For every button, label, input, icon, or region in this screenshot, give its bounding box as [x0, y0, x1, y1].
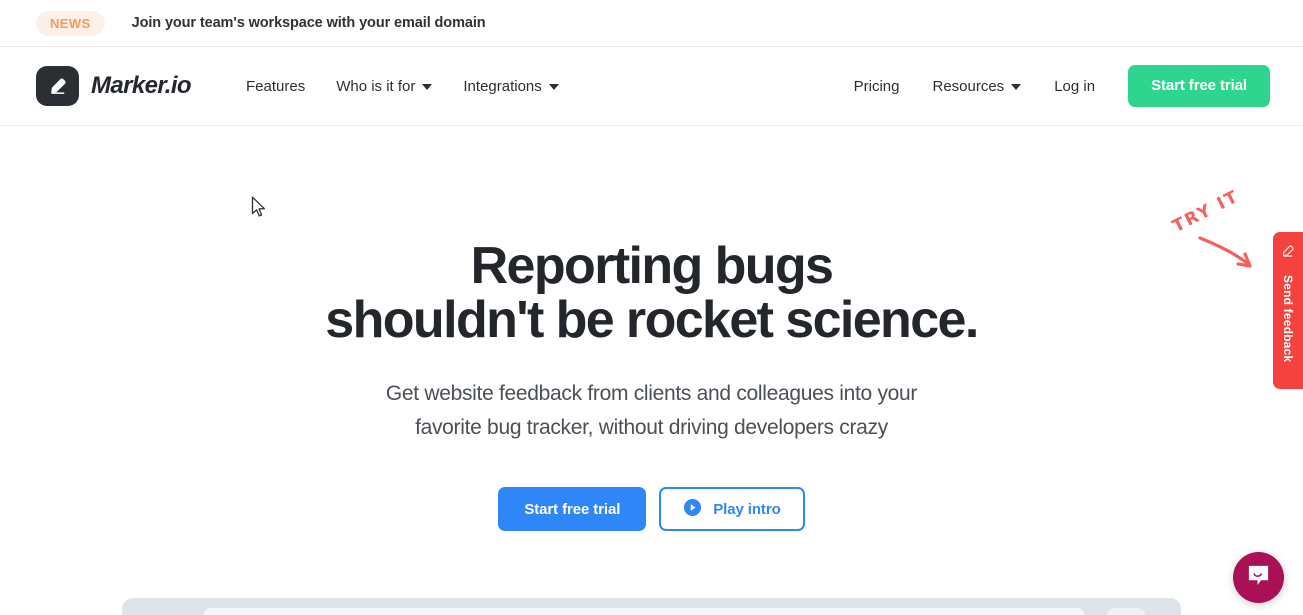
- play-circle-icon: [683, 498, 702, 521]
- browser-mockup-frame: [122, 598, 1181, 615]
- news-badge: NEWS: [36, 10, 105, 36]
- try-it-annotation: TRY IT: [1168, 186, 1278, 286]
- subhead-line-1: Get website feedback from clients and co…: [385, 382, 918, 406]
- chevron-down-icon: [1011, 84, 1022, 90]
- chat-launcher-button[interactable]: [1233, 552, 1284, 603]
- nav-item-label: Who is it for: [336, 77, 416, 95]
- nav-item-features[interactable]: Features: [246, 78, 305, 95]
- play-intro-button[interactable]: Play intro: [659, 487, 805, 532]
- play-intro-label: Play intro: [713, 500, 781, 518]
- nav-item-label: Resources: [932, 77, 1005, 95]
- start-free-trial-hero-button[interactable]: Start free trial: [498, 487, 647, 532]
- send-feedback-tab[interactable]: Send feedback: [1273, 232, 1303, 389]
- chevron-down-icon: [548, 84, 559, 90]
- pen-icon: [1280, 243, 1296, 264]
- browser-mockup-tab-right: [1107, 608, 1145, 615]
- headline-line-1: Reporting bugs: [470, 237, 834, 295]
- nav-item-integrations[interactable]: Integrations: [463, 77, 559, 95]
- curved-arrow-icon: [1198, 236, 1252, 268]
- nav-item-label: Log in: [1054, 77, 1096, 95]
- news-message[interactable]: Join your team's workspace with your ema…: [132, 15, 486, 31]
- headline-line-2: shouldn't be rocket science.: [325, 290, 979, 349]
- nav-right-group: Pricing Resources Log in Start free tria…: [854, 65, 1270, 107]
- page-root: NEWS Join your team's workspace with you…: [0, 0, 1303, 615]
- main-navigation: Marker.io Features Who is it for Integra…: [0, 47, 1303, 126]
- nav-item-label: Integrations: [463, 77, 542, 95]
- nav-item-pricing[interactable]: Pricing: [854, 78, 900, 95]
- nav-item-login[interactable]: Log in: [1054, 78, 1095, 95]
- nav-item-who-is-it-for[interactable]: Who is it for: [336, 77, 433, 95]
- pen-logo-icon: [36, 66, 79, 106]
- nav-left-group: Features Who is it for Integrations: [246, 78, 559, 95]
- brand-logo-link[interactable]: Marker.io: [36, 66, 192, 106]
- chevron-down-icon: [422, 84, 433, 90]
- start-free-trial-nav-button[interactable]: Start free trial: [1128, 65, 1270, 107]
- hero-cta-row: Start free trial Play intro: [0, 487, 1303, 532]
- mouse-cursor: [251, 196, 267, 223]
- news-banner[interactable]: NEWS Join your team's workspace with you…: [0, 0, 1303, 47]
- nav-item-resources[interactable]: Resources: [932, 77, 1022, 95]
- chat-bubble-icon: [1246, 563, 1271, 593]
- page-title: Reporting bugs shouldn't be rocket scien…: [0, 237, 1303, 349]
- browser-mockup-address-bar: [204, 608, 1084, 615]
- brand-name: Marker.io: [91, 72, 192, 99]
- nav-item-label: Features: [246, 77, 306, 95]
- hero-subtitle: Get website feedback from clients and co…: [0, 377, 1303, 444]
- nav-item-label: Pricing: [853, 77, 900, 95]
- hero-section: Reporting bugs shouldn't be rocket scien…: [0, 126, 1303, 532]
- send-feedback-label: Send feedback: [1281, 275, 1295, 363]
- subhead-line-2: favorite bug tracker, without driving de…: [415, 415, 888, 439]
